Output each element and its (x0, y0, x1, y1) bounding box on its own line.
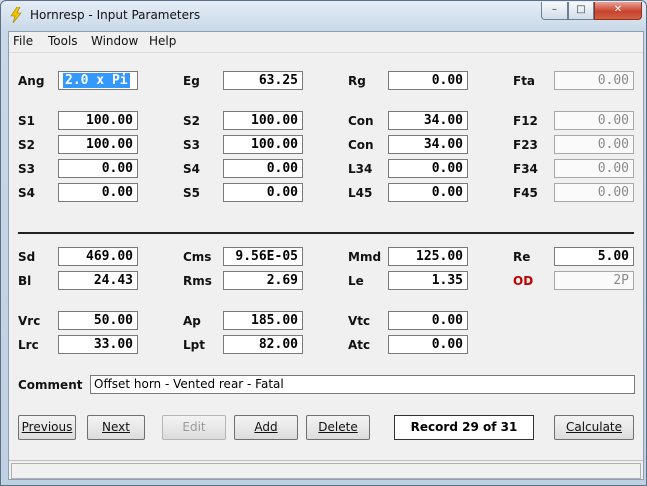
field-cms[interactable]: 9.56E-05 (223, 247, 303, 266)
label-con-12: Con (348, 114, 374, 128)
field-s5[interactable]: 0.00 (223, 183, 303, 202)
field-f23[interactable]: 0.00 (554, 135, 634, 154)
field-f34[interactable]: 0.00 (554, 159, 634, 178)
field-od[interactable]: 2P (554, 271, 634, 290)
label-vtc: Vtc (348, 314, 371, 328)
close-button[interactable]: ✕ (594, 2, 642, 20)
maximize-button[interactable]: □ (568, 2, 594, 20)
label-od: OD (513, 274, 534, 288)
status-bar (9, 460, 643, 479)
field-s4[interactable]: 0.00 (223, 159, 303, 178)
field-f12[interactable]: 0.00 (554, 111, 634, 130)
label-rms: Rms (183, 274, 212, 288)
label-sd: Sd (18, 250, 36, 264)
field-sd[interactable]: 469.00 (58, 247, 138, 266)
delete-button[interactable]: Delete (306, 415, 370, 440)
menu-file[interactable]: File (13, 34, 33, 48)
field-con-12[interactable]: 34.00 (388, 111, 468, 130)
field-con-23[interactable]: 34.00 (388, 135, 468, 154)
next-button[interactable]: Next (87, 415, 145, 440)
menu-window[interactable]: Window (91, 34, 138, 48)
label-mmd: Mmd (348, 250, 382, 264)
field-le[interactable]: 1.35 (388, 271, 468, 290)
label-fta: Fta (513, 74, 536, 88)
section-divider (18, 232, 634, 234)
field-rms[interactable]: 2.69 (223, 271, 303, 290)
field-lpt[interactable]: 82.00 (223, 335, 303, 354)
client-area: File Tools Window Help Ang 2.0 x Pi Eg 6… (8, 31, 644, 480)
field-fta[interactable]: 0.00 (554, 71, 634, 90)
label-rg: Rg (348, 74, 366, 88)
label-s1: S1 (18, 114, 35, 128)
label-s4: S4 (183, 162, 200, 176)
title-bar[interactable]: Hornresp - Input Parameters – □ ✕ (1, 1, 646, 31)
field-rg[interactable]: 0.00 (388, 71, 468, 90)
label-lpt: Lpt (183, 338, 205, 352)
label-f45: F45 (513, 186, 538, 200)
field-mmd[interactable]: 125.00 (388, 247, 468, 266)
label-s2: S2 (183, 114, 200, 128)
field-re[interactable]: 5.00 (554, 247, 634, 266)
field-eg[interactable]: 63.25 (223, 71, 303, 90)
label-s3-left: S3 (18, 162, 35, 176)
label-s5: S5 (183, 186, 200, 200)
add-button[interactable]: Add (234, 415, 298, 440)
menu-help[interactable]: Help (149, 34, 176, 48)
label-comment: Comment (18, 378, 83, 392)
label-con-23: Con (348, 138, 374, 152)
field-ap[interactable]: 185.00 (223, 311, 303, 330)
label-ang: Ang (18, 74, 45, 88)
input-parameters-form: Ang 2.0 x Pi Eg 63.25 Rg 0.00 Fta 0.00 S… (9, 53, 643, 479)
field-vrc[interactable]: 50.00 (58, 311, 138, 330)
label-lrc: Lrc (18, 338, 39, 352)
label-s4-left: S4 (18, 186, 35, 200)
field-s2[interactable]: 100.00 (223, 111, 303, 130)
field-bl[interactable]: 24.43 (58, 271, 138, 290)
field-f45[interactable]: 0.00 (554, 183, 634, 202)
label-le: Le (348, 274, 364, 288)
label-s2-left: S2 (18, 138, 35, 152)
field-s4-left[interactable]: 0.00 (58, 183, 138, 202)
label-f34: F34 (513, 162, 538, 176)
previous-button[interactable]: Previous (18, 415, 76, 440)
calculate-button[interactable]: Calculate (554, 415, 634, 440)
field-s3-left[interactable]: 0.00 (58, 159, 138, 178)
field-ang[interactable]: 2.0 x Pi (58, 71, 138, 90)
label-re: Re (513, 250, 531, 264)
field-vtc[interactable]: 0.00 (388, 311, 468, 330)
label-f12: F12 (513, 114, 538, 128)
record-indicator: Record 29 of 31 (394, 415, 534, 440)
menu-tools[interactable]: Tools (48, 34, 78, 48)
field-s3[interactable]: 100.00 (223, 135, 303, 154)
label-bl: Bl (18, 274, 32, 288)
field-lrc[interactable]: 33.00 (58, 335, 138, 354)
label-l45: L45 (348, 186, 373, 200)
field-l34[interactable]: 0.00 (388, 159, 468, 178)
label-atc: Atc (348, 338, 371, 352)
comment-field[interactable]: Offset horn - Vented rear - Fatal (90, 375, 635, 394)
field-s2-left[interactable]: 100.00 (58, 135, 138, 154)
status-pane (11, 463, 641, 479)
field-atc[interactable]: 0.00 (388, 335, 468, 354)
app-window: Hornresp - Input Parameters – □ ✕ File T… (0, 0, 647, 486)
field-s1[interactable]: 100.00 (58, 111, 138, 130)
menu-bar: File Tools Window Help (9, 32, 643, 53)
label-ap: Ap (183, 314, 201, 328)
label-f23: F23 (513, 138, 538, 152)
lightning-bolt-icon (10, 7, 22, 23)
label-s3: S3 (183, 138, 200, 152)
label-cms: Cms (183, 250, 212, 264)
label-eg: Eg (183, 74, 200, 88)
window-title: Hornresp - Input Parameters (30, 8, 201, 22)
label-l34: L34 (348, 162, 373, 176)
label-vrc: Vrc (18, 314, 41, 328)
minimize-button[interactable]: – (541, 2, 568, 20)
field-l45[interactable]: 0.00 (388, 183, 468, 202)
edit-button[interactable]: Edit (162, 415, 226, 440)
